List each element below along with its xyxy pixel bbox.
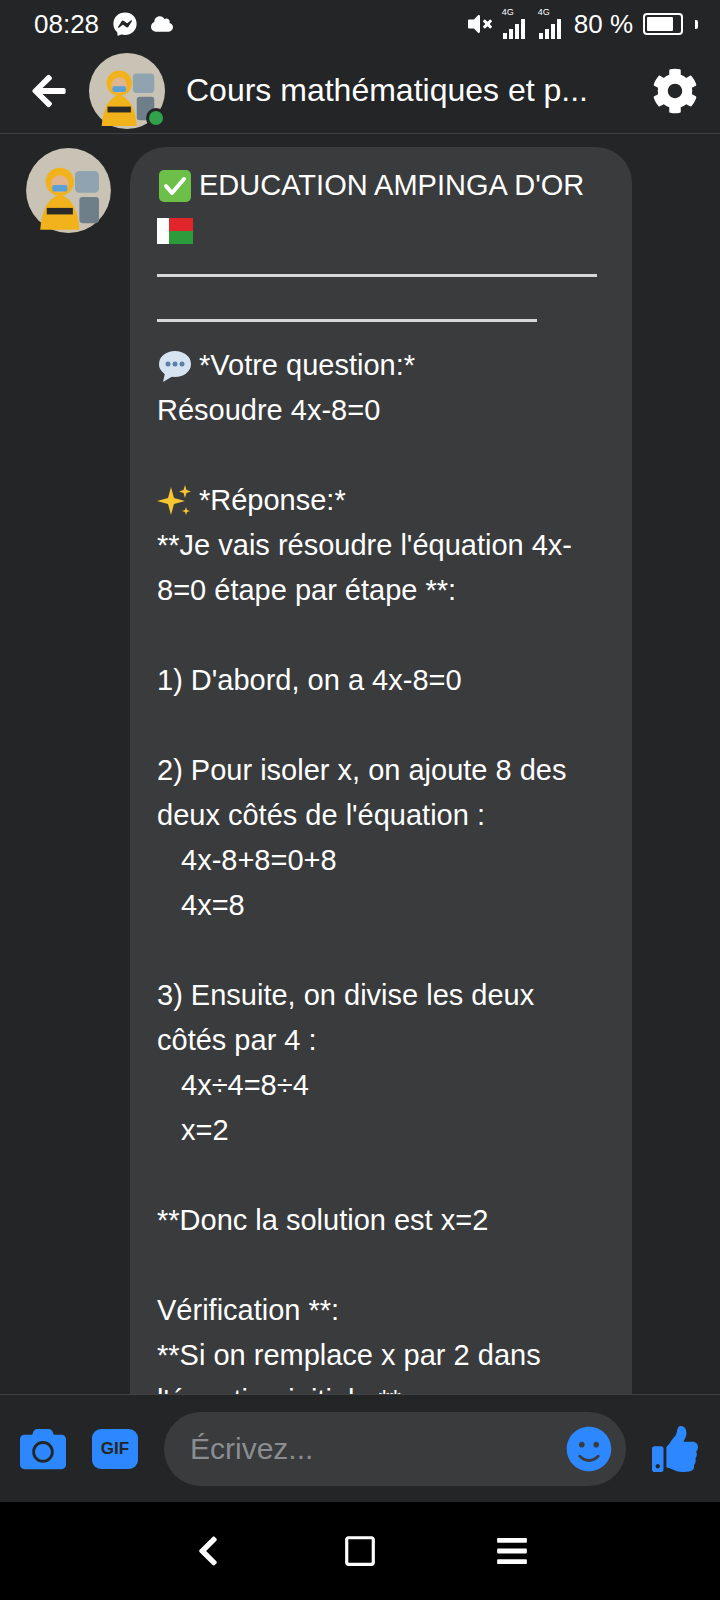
chat-title[interactable]: Cours mathématiques et p...: [186, 72, 632, 109]
back-icon[interactable]: [191, 1534, 225, 1568]
message-line: 2) Pour isoler x, on ajoute 8 des deux c…: [157, 748, 610, 838]
sparkles-icon: [157, 483, 193, 519]
message-input[interactable]: Écrivez...: [164, 1412, 626, 1486]
messenger-screen: 08:28 4G 4G 80 % Cours mathématiques et p...…: [0, 0, 720, 1600]
signal-sim2: 4G: [538, 9, 564, 39]
message-line: **Je vais résoudre l'équation 4x-8=0 éta…: [157, 523, 610, 613]
message-paragraph: 2) Pour isoler x, on ajoute 8 des deux c…: [157, 748, 610, 928]
input-placeholder: Écrivez...: [190, 1432, 313, 1466]
network-type-label: 4G: [502, 7, 514, 17]
divider: [157, 298, 610, 343]
answer-label: *Réponse:*: [157, 478, 610, 523]
question-text: Résoudre 4x-8=0: [157, 388, 610, 433]
calculation-line: x=2: [157, 1108, 610, 1153]
status-bar: 08:28 4G 4G 80 %: [0, 0, 720, 48]
title-flag-row: [157, 208, 610, 253]
message-bubble[interactable]: EDUCATION AMPINGA D'OR *Votre question:*R…: [130, 147, 632, 1394]
message-list: EDUCATION AMPINGA D'OR *Votre question:*R…: [0, 134, 720, 1394]
message-paragraph: 1) D'abord, on a 4x-8=0: [157, 658, 610, 703]
home-square-icon[interactable]: [343, 1534, 377, 1568]
message-line: **Donc la solution est x=2: [157, 1198, 610, 1243]
menu-icon[interactable]: [495, 1534, 529, 1568]
cloud-icon: [151, 13, 173, 35]
calculation-line: 4x-8+8=0+8: [157, 838, 610, 883]
battery-icon: [643, 13, 698, 35]
online-status-dot: [146, 108, 166, 128]
message-paragraph: Vérification **:**Si on remplace x par 2…: [157, 1288, 610, 1394]
answer-header: *Réponse:***Je vais résoudre l'équation …: [157, 478, 610, 613]
system-navigation-bar: [0, 1502, 720, 1600]
network-type-label: 4G: [538, 7, 550, 17]
mute-icon: [468, 12, 492, 36]
sender-avatar[interactable]: [25, 147, 112, 234]
divider: [157, 253, 610, 298]
calculation-line: 4x=8: [157, 883, 610, 928]
check-mark-icon: [157, 168, 193, 204]
thumbs-up-icon[interactable]: [652, 1426, 698, 1472]
avatar-picture-icon: [25, 147, 112, 234]
message-line: 3) Ensuite, on divise les deux côtés par…: [157, 973, 610, 1063]
gear-icon[interactable]: [652, 68, 698, 114]
question-label: *Votre question:*: [157, 343, 610, 388]
madagascar-flag-icon: [157, 218, 193, 244]
camera-icon[interactable]: [20, 1426, 66, 1472]
chat-header: Cours mathématiques et p...: [0, 48, 720, 134]
message-title: EDUCATION AMPINGA D'OR: [157, 163, 610, 208]
message-line: 1) D'abord, on a 4x-8=0: [157, 658, 610, 703]
group-avatar[interactable]: [88, 52, 166, 130]
signal-bars-icon: [538, 19, 562, 39]
message-paragraph: **Donc la solution est x=2: [157, 1198, 610, 1243]
battery-percent: 80 %: [574, 9, 633, 40]
message-paragraph: 3) Ensuite, on divise les deux côtés par…: [157, 973, 610, 1153]
clock: 08:28: [34, 9, 99, 40]
message-line: Vérification **:: [157, 1288, 610, 1333]
gif-button[interactable]: GIF: [92, 1429, 138, 1469]
emoji-smiley-icon[interactable]: [566, 1426, 612, 1472]
composer-bar: GIF Écrivez...: [0, 1394, 720, 1502]
speech-balloon-icon: [157, 348, 193, 384]
messenger-icon: [113, 12, 137, 36]
back-arrow-icon[interactable]: [30, 72, 68, 110]
signal-bars-icon: [502, 19, 526, 39]
signal-sim1: 4G: [502, 9, 528, 39]
message-line: **Si on remplace x par 2 dans l'équation…: [157, 1333, 610, 1394]
calculation-line: 4x÷4=8÷4: [157, 1063, 610, 1108]
